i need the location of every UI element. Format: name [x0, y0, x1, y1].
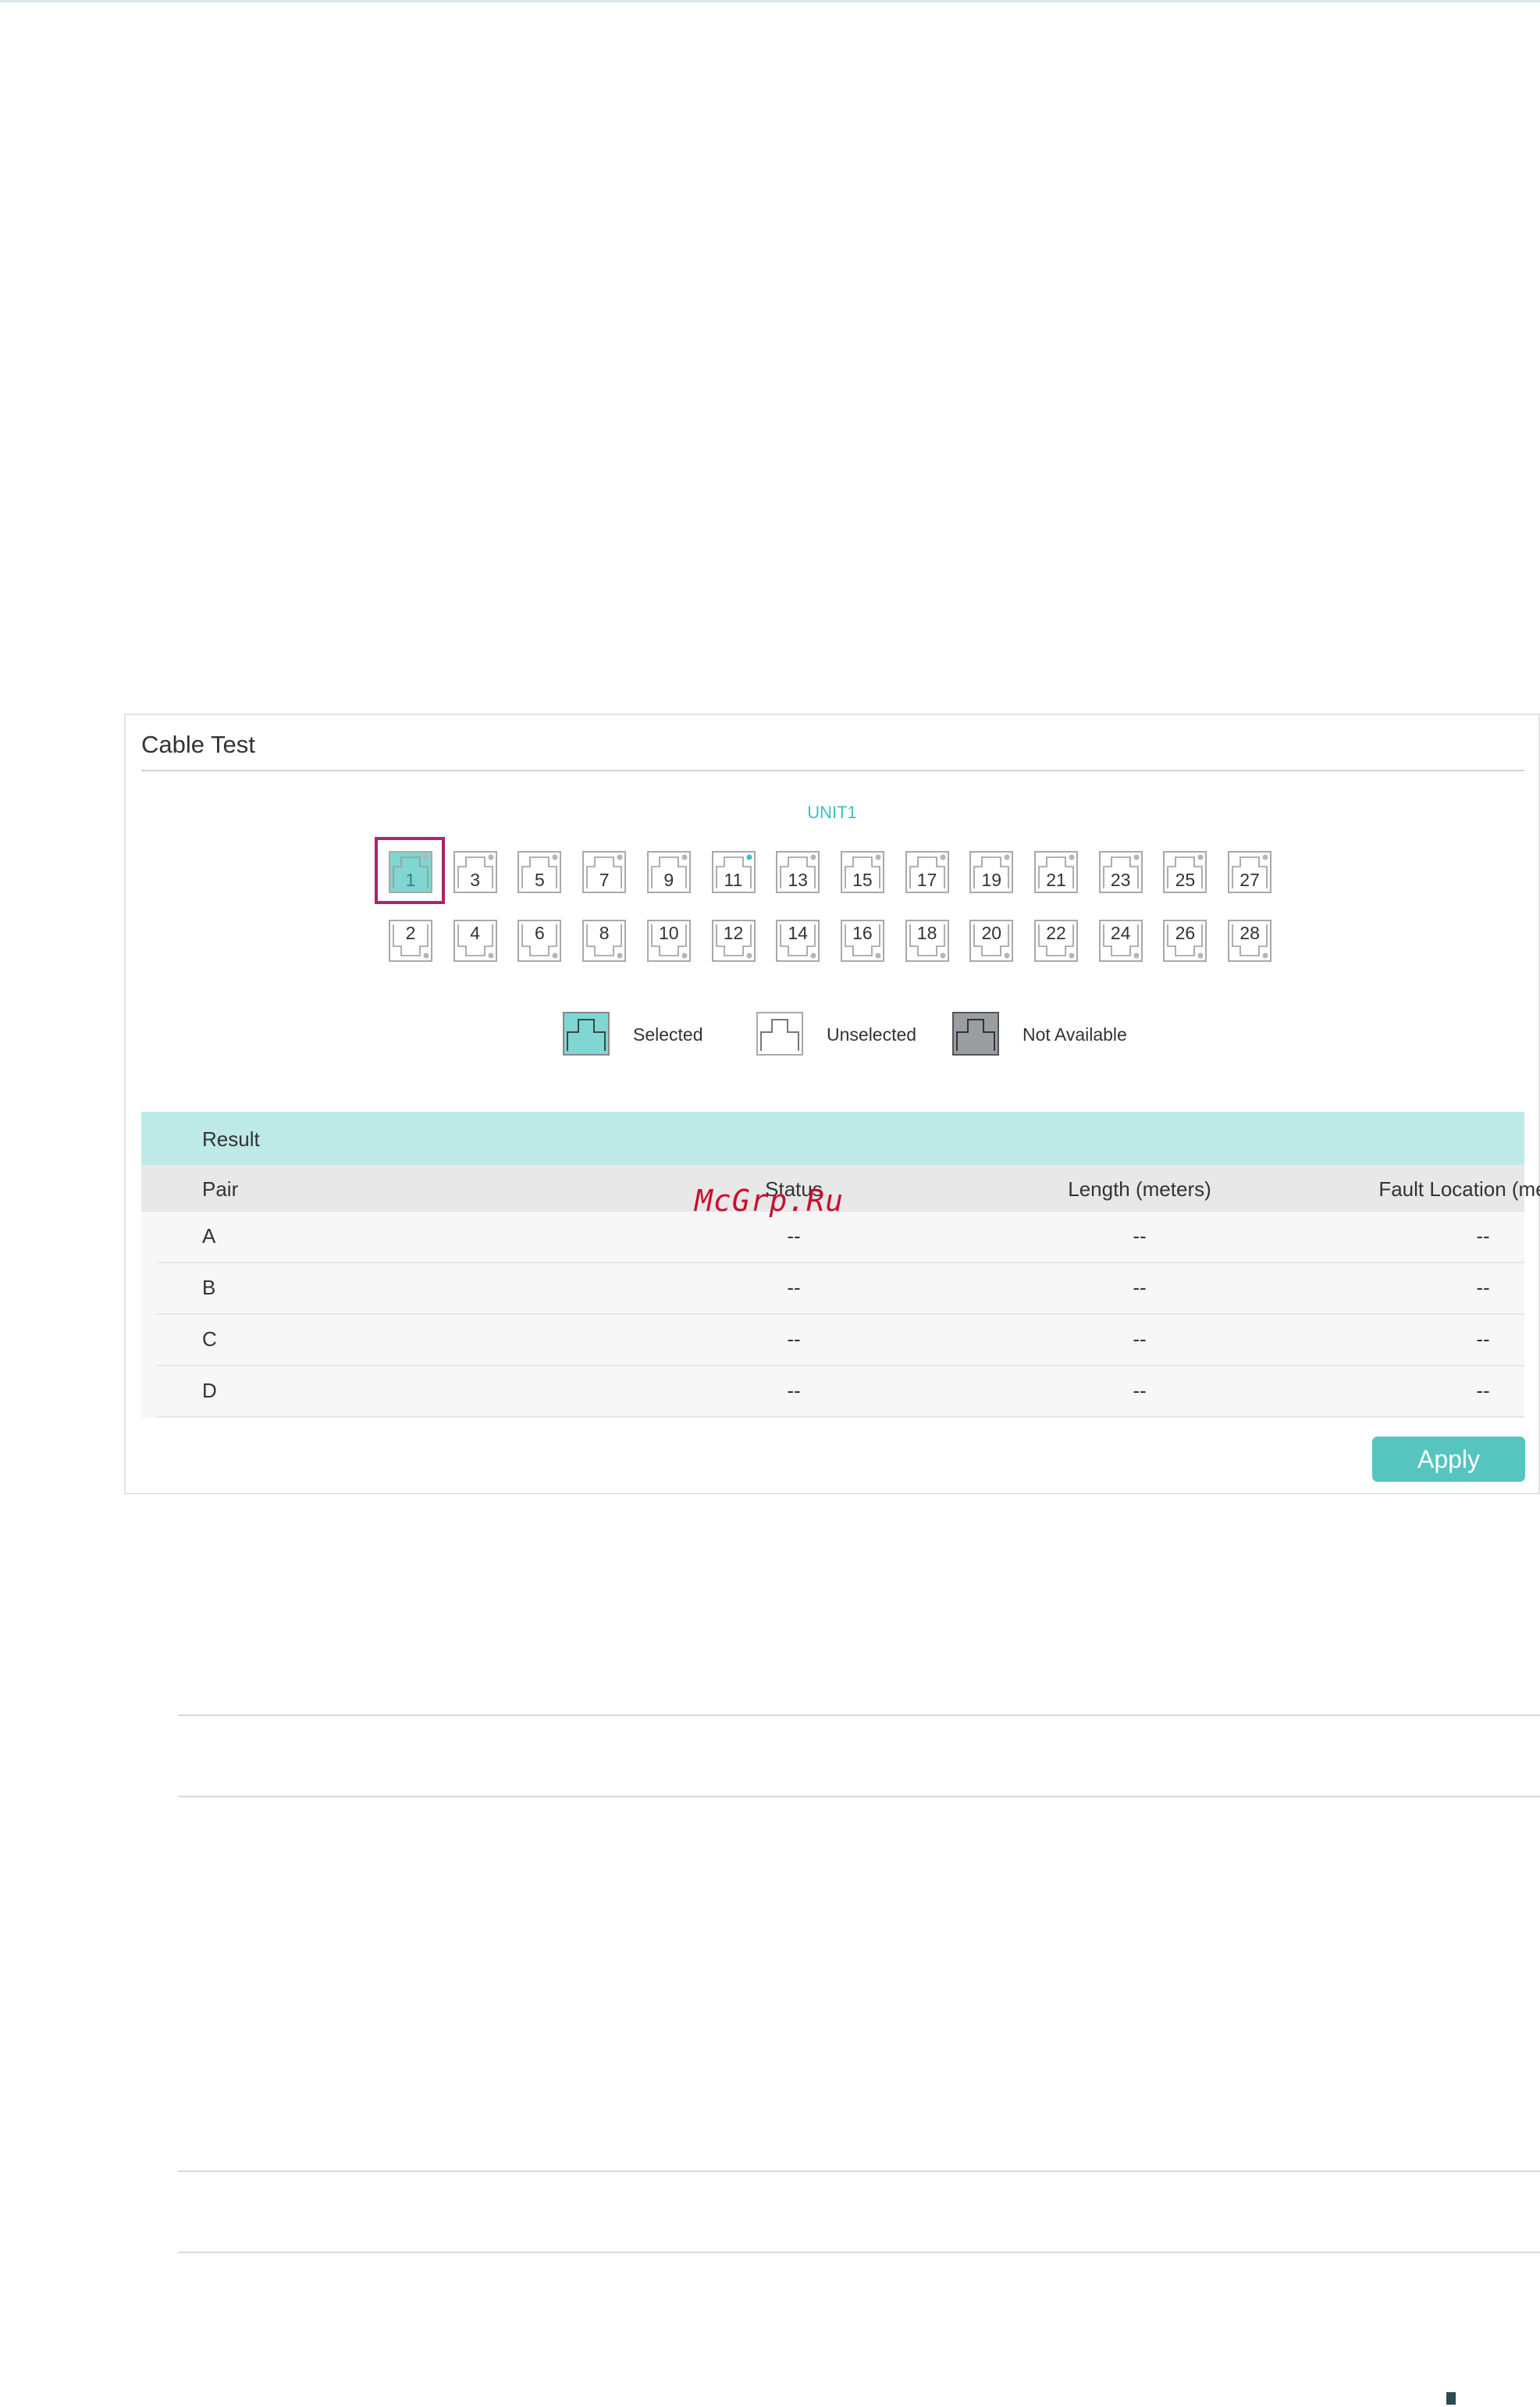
port-9[interactable]: 9: [646, 851, 691, 893]
port-number: 21: [1046, 870, 1066, 890]
divider: [178, 1714, 1540, 1716]
row-status: --: [787, 1224, 801, 1248]
top-rule: [0, 0, 1540, 2]
port-11[interactable]: 11: [711, 851, 756, 893]
selected-port-frame: [375, 837, 445, 904]
row-status: --: [787, 1276, 801, 1299]
apply-button[interactable]: Apply: [1372, 1437, 1525, 1482]
port-17[interactable]: 17: [905, 851, 949, 893]
port-number: 27: [1239, 870, 1260, 890]
port-number: 20: [981, 923, 1002, 943]
row-pair: A: [202, 1224, 216, 1248]
divider: [178, 1796, 1540, 1797]
panel-divider: [141, 770, 1524, 771]
port-number: 15: [852, 870, 873, 890]
table-row: B -- -- --: [141, 1263, 1524, 1315]
column-pair: Pair: [202, 1177, 239, 1201]
legend-not-available-swatch: [952, 1012, 999, 1056]
port-number: 18: [916, 923, 937, 943]
port-24[interactable]: 24: [1098, 920, 1143, 962]
port-26[interactable]: 26: [1163, 920, 1207, 962]
port-5[interactable]: 5: [517, 851, 562, 893]
port-10[interactable]: 10: [646, 920, 691, 962]
port-3[interactable]: 3: [453, 851, 497, 893]
port-number: 7: [599, 870, 610, 890]
port-13[interactable]: 13: [776, 851, 820, 893]
port-number: 23: [1110, 870, 1131, 890]
port-number: 19: [981, 870, 1002, 890]
port-25[interactable]: 25: [1163, 851, 1207, 893]
port-number: 22: [1046, 923, 1066, 943]
divider: [178, 2252, 1540, 2253]
port-21[interactable]: 21: [1034, 851, 1078, 893]
watermark: McGrp.Ru: [695, 1184, 845, 1218]
column-length: Length (meters): [1068, 1177, 1211, 1201]
port-14[interactable]: 14: [776, 920, 820, 962]
port-23[interactable]: 23: [1098, 851, 1143, 893]
page-corner-mark: [1446, 2392, 1456, 2405]
row-length: --: [1133, 1276, 1147, 1299]
result-title: Result: [202, 1127, 260, 1151]
port-number: 26: [1175, 923, 1196, 943]
row-fault-location: --: [1476, 1224, 1490, 1248]
port-number: 9: [663, 870, 674, 890]
port-18[interactable]: 18: [905, 920, 949, 962]
port-number: 2: [405, 923, 416, 943]
legend-not-available-label: Not Available: [1023, 1024, 1127, 1045]
port-28[interactable]: 28: [1228, 920, 1272, 962]
row-length: --: [1133, 1327, 1147, 1351]
row-pair: D: [202, 1379, 217, 1402]
port-8[interactable]: 8: [582, 920, 627, 962]
row-pair: C: [202, 1327, 217, 1351]
row-fault-location: --: [1476, 1276, 1490, 1299]
port-4[interactable]: 4: [453, 920, 497, 962]
port-19[interactable]: 19: [969, 851, 1014, 893]
port-27[interactable]: 27: [1228, 851, 1272, 893]
port-15[interactable]: 15: [840, 851, 884, 893]
port-number: 5: [534, 870, 545, 890]
port-number: 3: [470, 870, 481, 890]
row-status: --: [787, 1379, 801, 1402]
legend-selected-swatch: [563, 1012, 610, 1056]
panel-title: Cable Test: [141, 731, 255, 758]
port-number: 17: [916, 870, 937, 890]
port-number: 24: [1110, 923, 1131, 943]
port-12[interactable]: 12: [711, 920, 756, 962]
port-number: 6: [534, 923, 545, 943]
port-number: 25: [1175, 870, 1196, 890]
port-16[interactable]: 16: [840, 920, 884, 962]
unit-label: UNIT1: [807, 803, 857, 822]
port-22[interactable]: 22: [1034, 920, 1078, 962]
table-row: D -- -- --: [141, 1366, 1524, 1418]
row-length: --: [1133, 1379, 1147, 1402]
port-number: 16: [852, 923, 873, 943]
divider: [178, 2170, 1540, 2172]
cable-test-panel: Cable Test UNIT1 1 3 5 7 9 11 13 15 17 19 21 23 25 27…: [124, 714, 1540, 1494]
table-row: C -- -- --: [141, 1315, 1524, 1366]
port-number: 28: [1239, 923, 1260, 943]
port-6[interactable]: 6: [517, 920, 562, 962]
column-fault-location: Fault Location (meters): [1378, 1177, 1540, 1201]
table-row: A -- -- --: [141, 1212, 1524, 1263]
port-20[interactable]: 20: [969, 920, 1014, 962]
row-fault-location: --: [1476, 1379, 1490, 1402]
row-pair: B: [202, 1276, 216, 1299]
port-number: 11: [724, 870, 743, 890]
port-number: 8: [599, 923, 610, 943]
row-fault-location: --: [1476, 1327, 1490, 1351]
port-2[interactable]: 2: [389, 920, 432, 962]
result-header: Result: [141, 1112, 1524, 1165]
port-number: 14: [788, 923, 808, 943]
legend-unselected-label: Unselected: [827, 1024, 917, 1045]
port-number: 4: [470, 923, 481, 943]
legend-selected-label: Selected: [633, 1024, 703, 1045]
legend-unselected-swatch: [756, 1012, 803, 1056]
port-number: 10: [659, 923, 679, 943]
row-status: --: [787, 1327, 801, 1351]
row-length: --: [1133, 1224, 1147, 1248]
port-number: 13: [788, 870, 808, 890]
port-7[interactable]: 7: [582, 851, 627, 893]
port-number: 12: [723, 923, 744, 943]
